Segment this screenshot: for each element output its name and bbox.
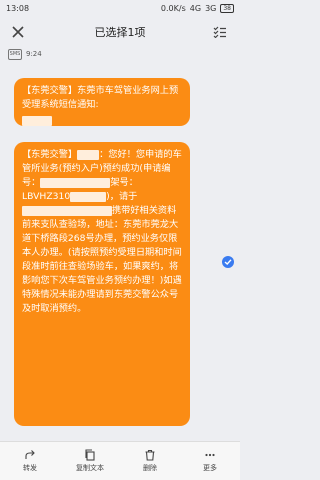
redacted-block	[22, 115, 52, 126]
delete-icon	[145, 449, 155, 461]
redacted-block	[77, 149, 100, 160]
message-text: 【东莞交警】东莞市车驾管业务网上预受理系统短信通知:	[22, 85, 179, 110]
more-button[interactable]: 更多	[186, 449, 234, 473]
selected-checkbox[interactable]	[222, 256, 234, 268]
copy-icon	[85, 449, 95, 461]
signal-3g: 3G	[205, 4, 217, 13]
redacted-block	[70, 191, 107, 202]
status-time: 13:08	[6, 4, 30, 13]
status-bar: 13:08 0.0K/s 4G 3G 38	[0, 0, 240, 18]
battery-indicator: 38	[220, 4, 234, 13]
delete-label: 删除	[143, 464, 157, 472]
redacted-block	[22, 205, 112, 216]
select-all-button[interactable]	[210, 22, 230, 42]
copy-text-button[interactable]: 复制文本	[66, 449, 114, 473]
delete-button[interactable]: 删除	[126, 449, 174, 473]
status-indicators: 0.0K/s 4G 3G 38	[161, 4, 234, 13]
redacted-link	[22, 114, 182, 128]
more-icon	[205, 453, 215, 457]
redacted-block	[40, 177, 111, 188]
message-bubble[interactable]: 【东莞交警】东莞市车驾管业务网上预受理系统短信通知:	[14, 78, 190, 126]
sms-icon: SMS	[8, 48, 22, 60]
timestamp: 9:24	[26, 50, 42, 58]
page-title: 已选择1项	[94, 26, 146, 39]
copy-text-label: 复制文本	[76, 464, 104, 472]
message-body-2: 架号：	[110, 177, 138, 188]
network-speed: 0.0K/s	[160, 4, 186, 13]
vin-prefix: LBVHZ310	[22, 191, 71, 202]
message-body-4: 携带好相关资料前来支队查验场，地址：东莞市莞龙大道下桥路段268号办理，预约业务…	[22, 205, 182, 314]
action-toolbar: 转发 复制文本 删除 更多	[0, 441, 240, 480]
message-bubble-selected[interactable]: 【东莞交警】 ：您好！您申请的车管所业务(预约入户)预约成功(申请编号： 架号：LB…	[14, 142, 190, 426]
forward-icon	[25, 450, 35, 459]
close-icon	[12, 26, 24, 38]
check-icon	[224, 259, 232, 265]
forward-label: 转发	[23, 464, 37, 472]
more-label: 更多	[203, 464, 217, 472]
message-body-3: )，请于	[106, 191, 138, 202]
close-button[interactable]	[8, 22, 28, 42]
message-sender: 【东莞交警】	[22, 149, 78, 160]
message-timestamp: SMS 9:24	[8, 48, 42, 60]
signal-4g: 4G	[189, 4, 202, 13]
forward-button[interactable]: 转发	[6, 449, 54, 473]
checklist-icon	[213, 26, 226, 38]
selection-header: 已选择1项	[0, 18, 240, 46]
